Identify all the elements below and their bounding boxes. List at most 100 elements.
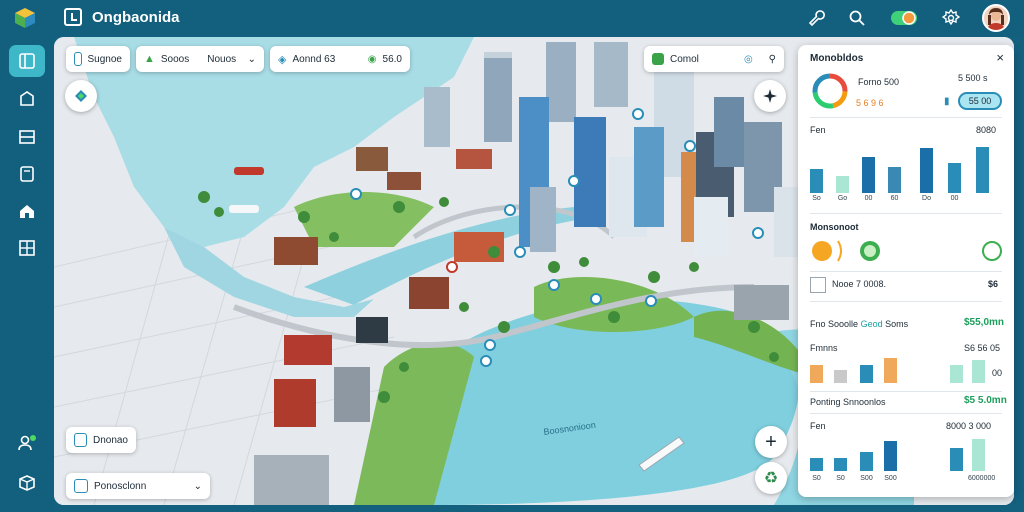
layer-icon (74, 52, 82, 66)
grid-icon (19, 240, 35, 256)
bar-chart-1 (810, 143, 1002, 193)
sidebar-item-dashboard[interactable] (9, 45, 45, 77)
status-indicators (812, 240, 1002, 262)
chart-bar (972, 439, 985, 471)
panel-icon (19, 53, 35, 69)
app-title-icon (64, 8, 82, 26)
sidebar-item-home[interactable] (9, 195, 45, 227)
chart-bar (920, 148, 933, 193)
top-bar: Ongbaonida (0, 0, 1024, 37)
chart-tick-label: S00 (860, 475, 873, 482)
divider (810, 413, 1002, 414)
legend-label: Dnonao (92, 434, 128, 446)
chart-tick-label: 00 (950, 195, 959, 202)
chart1-right-label: 8080 (976, 125, 997, 135)
chart-bar (976, 147, 989, 193)
divider (810, 117, 1002, 118)
chart-bar (972, 360, 985, 383)
section3-label: Ponting Snnoonlos (810, 397, 886, 407)
people-icon (18, 435, 36, 451)
area-icon: ◈ (278, 53, 287, 66)
chart2-left-label: Fmnns (810, 343, 838, 353)
search-icon[interactable] (846, 7, 868, 29)
donut-chart (812, 73, 848, 109)
chart-tick-label: So (812, 195, 821, 202)
divider (810, 213, 1002, 214)
panel-title: Monobldos (810, 53, 864, 64)
location-pin-icon[interactable]: ◎ (744, 54, 753, 65)
chart-tick-label: 00 (864, 195, 873, 202)
search-small-icon[interactable]: ⚲ (769, 54, 776, 65)
chart-tick-label: S0 (812, 475, 821, 482)
close-icon[interactable]: × (996, 50, 1004, 65)
chart-bar (950, 448, 963, 471)
sidebar-item-people[interactable] (9, 427, 45, 459)
row-value: $6 (988, 279, 999, 289)
chart-bar (810, 169, 823, 193)
sidebar-item-grid[interactable] (9, 232, 45, 264)
layers-icon (20, 91, 34, 106)
chart3-left-label: Fen (810, 421, 826, 431)
area-label: Aonnd 63 (292, 53, 336, 65)
area-chip[interactable]: ◈ Aonnd 63 ◉ 56.0 (270, 46, 410, 72)
map-type-button[interactable] (65, 80, 97, 112)
divider (810, 301, 1002, 302)
basemap-icon (74, 479, 88, 493)
list-icon (19, 130, 35, 144)
chart-bar (862, 157, 875, 193)
chart-tick-label: S00 (884, 475, 897, 482)
bar-chart-3 (810, 437, 1002, 471)
filter-dropdown[interactable]: ▲ Sooos Nouos ⌄ (136, 46, 264, 72)
sidebar-item-documents[interactable] (9, 158, 45, 190)
wrench-icon[interactable] (806, 7, 828, 29)
filter-value-b: Nouos (207, 53, 237, 65)
avatar[interactable] (982, 4, 1010, 32)
layer-toggle-icon (652, 53, 664, 65)
green-row-label: Fno Sooolle (810, 319, 859, 329)
kpi-pill[interactable]: 55 00 (958, 92, 1002, 110)
chart-tick-label: S0 (836, 475, 845, 482)
zoom-in-button[interactable]: + (755, 426, 787, 458)
compass-button[interactable] (754, 80, 786, 112)
map-type-icon (75, 90, 87, 102)
settings-icon[interactable] (940, 7, 962, 29)
compass-icon (763, 89, 777, 103)
home-icon (20, 205, 34, 218)
document-icon (20, 166, 34, 182)
chart-bar (884, 358, 897, 383)
status-dot-icon: ◉ (367, 53, 377, 65)
plus-icon: + (765, 430, 777, 453)
chart-bar (810, 365, 823, 383)
layer-chip[interactable]: Sugnoe (66, 46, 130, 72)
app-title: Ongbaonida (92, 8, 180, 26)
area-value: 56.0 (382, 53, 402, 65)
chart-bar (888, 167, 901, 193)
chart-bar (834, 458, 847, 471)
layer-chip-label: Sugnoe (87, 53, 122, 65)
chart-tick-label: Go (837, 195, 848, 202)
control-chip[interactable]: Comol ◎ ⚲ (644, 46, 784, 72)
basemap-label: Ponosclonn (94, 480, 147, 492)
trend-icon: ▮ (944, 96, 950, 107)
refresh-icon: ♻ (763, 470, 779, 487)
chart1-left-label: Fen (810, 125, 826, 135)
chart-tick-label: Do (922, 195, 931, 202)
checkbox[interactable] (810, 277, 826, 293)
chart1-labels: So Go 00 60 Do 00 (810, 195, 1002, 205)
chart-tick-label: 60 (890, 195, 899, 202)
row-label: Nooe 7 0008. (832, 279, 887, 289)
sidebar-item-box[interactable] (9, 467, 45, 499)
toggle-icon[interactable] (890, 7, 918, 29)
green-row-tail: Soms (885, 319, 909, 329)
sidebar-item-list[interactable] (9, 121, 45, 153)
chart3-right-label: 8000 3 000 (946, 421, 992, 431)
chart-bar (950, 365, 963, 383)
basemap-dropdown[interactable]: Ponosclonn ⌄ (66, 473, 210, 499)
chart2-value: 00 (992, 368, 1003, 378)
recycle-button[interactable]: ♻ (755, 462, 787, 494)
section2-title: Monsonoot (810, 222, 859, 232)
legend-chip[interactable]: Dnonao (66, 427, 136, 453)
sidebar-item-layers[interactable] (9, 83, 45, 115)
app-logo-icon[interactable] (14, 7, 36, 29)
kpi-value: 5 500 s (958, 73, 988, 83)
